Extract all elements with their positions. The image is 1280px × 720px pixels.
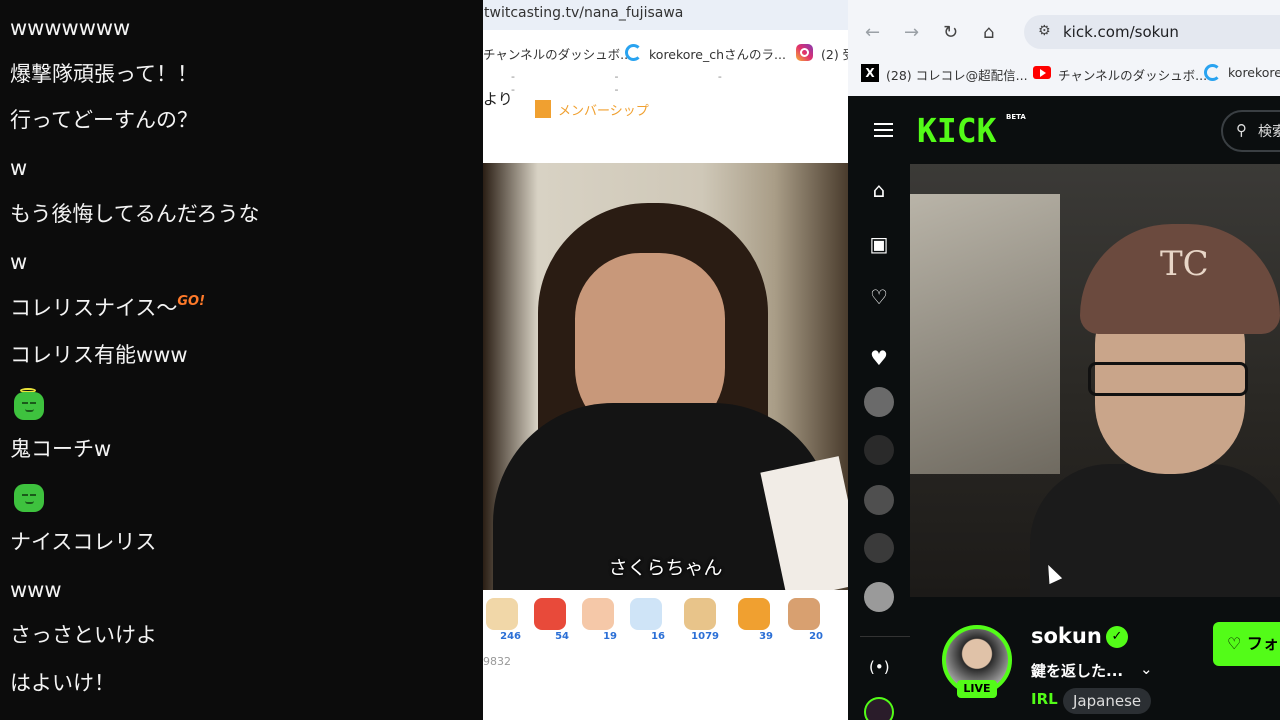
chat-message: wwwwwww xyxy=(10,16,131,40)
site-settings-icon[interactable]: ⚙ xyxy=(1038,23,1051,39)
youtube-icon xyxy=(1033,66,1051,79)
browse-icon[interactable]: ▣ xyxy=(869,232,889,256)
x-logo-icon: X xyxy=(861,64,879,82)
home-icon[interactable]: ⌂ xyxy=(983,22,994,43)
home-icon[interactable]: ⌂ xyxy=(869,178,889,202)
chat-message-with-sticker: コレリスナイス〜GO! xyxy=(10,294,206,325)
following-heart-icon[interactable]: ♡ xyxy=(869,285,889,309)
follow-button[interactable]: ♡ フォ xyxy=(1213,622,1280,666)
crown-icon xyxy=(535,100,551,118)
gift-count: 16 xyxy=(651,631,665,642)
language-tag[interactable]: Japanese xyxy=(1063,688,1152,714)
kick-video[interactable]: TC xyxy=(910,164,1280,597)
bookmark-youtube[interactable]: チャンネルのダッシュボ... xyxy=(1058,65,1207,84)
address-text[interactable]: twitcasting.tv/nana_fujisawa xyxy=(484,5,683,21)
gift-count: 54 xyxy=(555,631,569,642)
gift-item[interactable]: 39 xyxy=(735,598,773,642)
live-broadcast-icon[interactable]: (•) xyxy=(869,658,890,676)
live-badge: LIVE xyxy=(957,680,997,698)
gift-count: 1079 xyxy=(691,631,719,642)
chevron-down-icon[interactable]: ⌄ xyxy=(1140,660,1153,678)
kick-logo[interactable]: KICK xyxy=(917,111,996,150)
cap-logo: TC xyxy=(1160,244,1209,284)
gift-count: 20 xyxy=(809,631,823,642)
screen: wwwwwww 爆撃隊頑張って！！ 行ってどーすんの？ w もう後悔してるんだろ… xyxy=(0,0,1280,720)
twitcasting-video[interactable]: さくらちゃん xyxy=(483,163,848,590)
chat-panel: wwwwwww 爆撃隊頑張って！！ 行ってどーすんの？ w もう後悔してるんだろ… xyxy=(0,0,483,720)
chat-message: www xyxy=(10,578,62,602)
chat-message-text: コレリスナイス〜 xyxy=(10,296,178,320)
stream-title: 鍵を返した... xyxy=(1031,662,1124,680)
chat-message: 爆撃隊頑張って！！ xyxy=(10,62,198,86)
go-sticker: GO! xyxy=(177,294,206,309)
green-face-sticker-icon xyxy=(14,484,44,512)
green-face-sticker-icon xyxy=(14,392,44,420)
followed-channel-avatar[interactable] xyxy=(864,697,894,720)
heart-icon[interactable]: ♥ xyxy=(869,346,889,370)
chat-message: 鬼コーチw xyxy=(10,437,112,461)
bookmark-x[interactable]: (28) コレコレ@超配信... xyxy=(886,65,1028,84)
twitcasting-window: twitcasting.tv/nana_fujisawa チャンネルのダッシュボ… xyxy=(483,0,848,720)
search-icon: ⚲ xyxy=(1236,121,1247,139)
bookmark-korekore[interactable]: korekore xyxy=(1228,65,1280,80)
video-subtitle: さくらちゃん xyxy=(608,557,723,579)
bookmark-dashboard[interactable]: チャンネルのダッシュボ... xyxy=(483,44,632,63)
gift-item[interactable]: 1079 xyxy=(681,598,719,642)
chat-message: コレリス有能www xyxy=(10,343,188,367)
gift-count: 19 xyxy=(603,631,617,642)
gift-item[interactable]: 19 xyxy=(579,598,617,642)
forward-arrow-icon[interactable]: → xyxy=(904,22,919,43)
bookmark-instagram[interactable]: (2) 受 xyxy=(821,44,848,63)
view-count: 9832 xyxy=(483,655,511,668)
gift-item[interactable]: 246 xyxy=(483,598,521,642)
category-link[interactable]: IRL xyxy=(1031,690,1058,708)
kick-header xyxy=(848,96,1280,164)
menu-icon[interactable] xyxy=(874,123,893,137)
kick-window: ← → ↻ ⌂ ⚙ kick.com/sokun X (28) コレコレ@超配信… xyxy=(848,0,1280,720)
partial-text: より xyxy=(483,90,513,108)
membership-link[interactable]: メンバーシップ xyxy=(558,100,649,119)
reload-icon[interactable]: ↻ xyxy=(943,22,958,43)
instagram-icon xyxy=(796,44,813,61)
twitcasting-icon xyxy=(625,44,642,61)
address-text[interactable]: kick.com/sokun xyxy=(1063,23,1179,41)
gift-item[interactable]: 16 xyxy=(627,598,665,642)
beta-badge: BETA xyxy=(1006,113,1026,121)
followed-channel-avatar[interactable] xyxy=(864,582,894,612)
follow-label: フォ xyxy=(1246,634,1279,653)
chat-message: もう後悔してるんだろうな xyxy=(10,202,260,226)
followed-channel-avatar[interactable] xyxy=(864,387,894,417)
gift-count: 246 xyxy=(500,631,521,642)
video-glasses xyxy=(1088,362,1248,396)
video-body xyxy=(1030,464,1280,597)
chat-message: はよいけ！ xyxy=(10,671,115,695)
sidebar-divider xyxy=(860,636,910,637)
streamer-name[interactable]: sokun xyxy=(1031,624,1102,648)
gift-item[interactable]: 20 xyxy=(785,598,823,642)
chat-message: 行ってどーすんの？ xyxy=(10,108,198,132)
verified-check-icon: ✓ xyxy=(1106,626,1128,648)
bookmark-korekore[interactable]: korekore_chさんのラ... xyxy=(649,44,786,63)
chat-message: w xyxy=(10,250,28,274)
chat-message: w xyxy=(10,156,28,180)
twitcasting-icon xyxy=(1204,64,1221,81)
tab-underlines: - - - - - xyxy=(511,70,770,96)
followed-channel-avatar[interactable] xyxy=(864,485,894,515)
search-placeholder: 検索 xyxy=(1258,124,1280,140)
followed-channel-avatar[interactable] xyxy=(864,435,894,465)
back-arrow-icon[interactable]: ← xyxy=(865,22,880,43)
gift-count: 39 xyxy=(759,631,773,642)
chat-message: さっさといけよ xyxy=(10,623,157,647)
gift-bar: 246 54 19 16 1079 39 20 xyxy=(483,590,848,650)
video-car-window xyxy=(910,194,1060,474)
gift-item[interactable]: 54 xyxy=(531,598,569,642)
chat-message: ナイスコレリス xyxy=(10,530,157,554)
followed-channel-avatar[interactable] xyxy=(864,533,894,563)
